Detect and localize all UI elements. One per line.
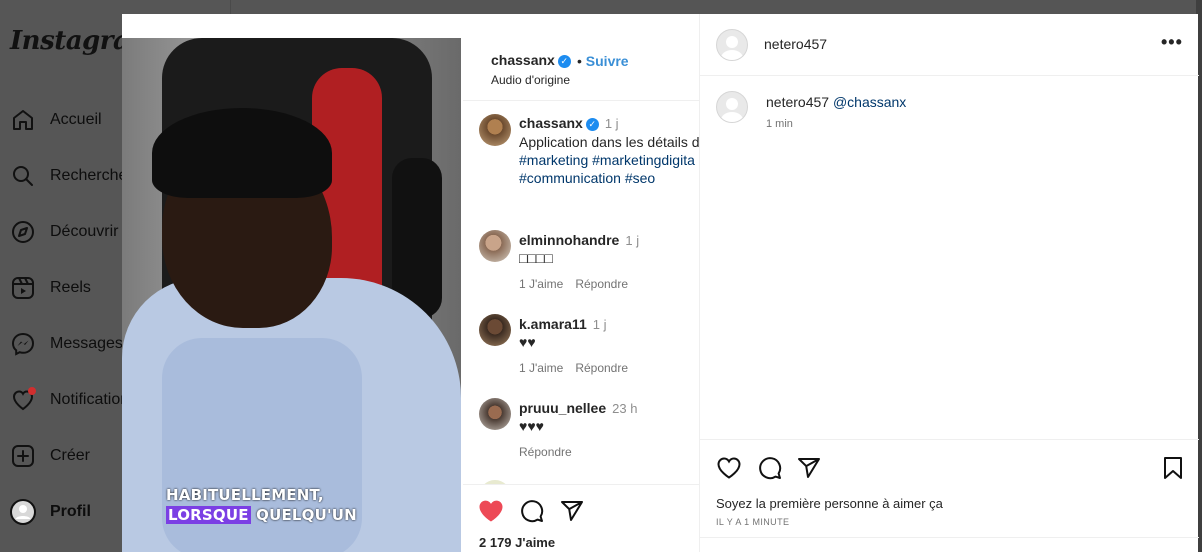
divider <box>700 537 1199 538</box>
video-person-hair <box>152 108 332 198</box>
comment-actions: 1 J'aime Répondre <box>519 361 640 375</box>
messenger-icon <box>10 331 36 357</box>
reel-details-panel: chassanx ✓ • Suivre Audio d'origine chass… <box>463 38 699 552</box>
comment-time: 1 j <box>625 233 640 248</box>
comment-header: k.amara11 1 j <box>519 316 606 332</box>
caption-text: Application dans les détails d #marketin… <box>519 133 699 187</box>
comment-time: 1 j <box>592 317 607 332</box>
caption-hashtags[interactable]: #marketing #marketingdigita <box>519 151 699 169</box>
post-modal: HABITUELLEMENT, LORSQUE QUELQU'UN chassa… <box>122 14 1199 552</box>
follow-button[interactable]: • Suivre <box>577 53 629 69</box>
home-icon <box>10 107 36 133</box>
comment-text: ♥♥♥ <box>519 418 544 434</box>
reels-icon <box>10 275 36 301</box>
avatar-icon <box>10 499 36 525</box>
sidebar-item-label: Créer <box>50 447 91 464</box>
verified-badge-icon: ✓ <box>557 55 571 68</box>
caption-author[interactable]: chassanx <box>519 115 583 131</box>
heart-icon <box>10 387 36 413</box>
comment-header: elminnohandre 1 j <box>519 232 639 248</box>
heart-icon[interactable] <box>716 455 742 481</box>
audio-link[interactable]: Audio d'origine <box>491 73 570 87</box>
caption-time: 1 j <box>604 116 619 131</box>
post-actions-bar: Soyez la première personne à aimer ça IL… <box>700 439 1199 552</box>
notification-dot <box>28 387 36 395</box>
comment-text: □□□□ <box>519 250 553 266</box>
sidebar-item-label: Messages <box>50 335 123 352</box>
sidebar-item-label: Profil <box>50 503 91 520</box>
comment-author[interactable]: pruuu_nellee <box>519 400 606 416</box>
share-icon[interactable] <box>796 455 822 481</box>
avatar[interactable] <box>716 29 748 61</box>
comment-author[interactable]: k.amara11 <box>519 316 587 332</box>
comment-author[interactable]: elminnohandre <box>519 232 619 248</box>
comment-icon[interactable] <box>519 498 545 524</box>
verified-badge-icon: ✓ <box>585 118 599 131</box>
video-caption-line-1: HABITUELLEMENT, <box>166 486 324 504</box>
comments-panel: netero457 ••• netero457 @chassanx 1 min … <box>699 14 1199 552</box>
likes-summary: Soyez la première personne à aimer ça <box>716 496 943 511</box>
reel-actions-bar: 2 179 J'aime <box>463 484 699 552</box>
comment-likes[interactable]: 1 J'aime <box>519 361 563 375</box>
caption-header: chassanx ✓ 1 j <box>519 115 619 131</box>
panel-username[interactable]: netero457 <box>764 36 827 52</box>
reply-button[interactable]: Répondre <box>519 445 572 459</box>
comment-actions: Répondre <box>519 445 584 459</box>
comment-icon[interactable] <box>757 455 783 481</box>
follow-label[interactable]: Suivre <box>586 53 629 69</box>
liked-heart-icon[interactable] <box>477 497 505 525</box>
comment-avatar[interactable] <box>716 91 748 123</box>
reply-button[interactable]: Répondre <box>575 277 628 291</box>
post-timestamp: IL Y A 1 MINUTE <box>716 517 790 527</box>
comment-avatar[interactable] <box>479 230 511 262</box>
likes-count[interactable]: 2 179 J'aime <box>479 535 555 550</box>
comment-actions: 1 J'aime Répondre <box>519 277 640 291</box>
plus-square-icon <box>10 443 36 469</box>
reel-author-name[interactable]: chassanx <box>491 52 555 68</box>
reel-video[interactable]: HABITUELLEMENT, LORSQUE QUELQU'UN <box>122 38 461 552</box>
caption-body: Application dans les détails d <box>519 134 699 150</box>
sidebar-item-label: Recherche <box>50 167 128 184</box>
sidebar-item-label: Accueil <box>50 111 102 128</box>
comment-time: 23 h <box>612 401 638 416</box>
reel-header: chassanx ✓ • Suivre Audio d'origine <box>463 38 699 101</box>
sidebar-item-label: Découvrir <box>50 223 119 240</box>
comment-header: pruuu_nellee 23 h <box>519 400 637 416</box>
comment-likes[interactable]: 1 J'aime <box>519 277 563 291</box>
reply-button[interactable]: Répondre <box>575 361 628 375</box>
compass-icon <box>10 219 36 245</box>
video-caption-line-2: LORSQUE QUELQU'UN <box>166 506 357 525</box>
caption-hashtags[interactable]: #communication #seo <box>519 169 699 187</box>
video-caption: HABITUELLEMENT, LORSQUE QUELQU'UN <box>166 486 357 525</box>
comments-panel-header: netero457 ••• <box>700 14 1199 76</box>
comment-author[interactable]: netero457 <box>766 94 829 110</box>
author-avatar[interactable] <box>479 114 511 146</box>
search-icon <box>10 163 36 189</box>
page-backdrop <box>231 0 1202 14</box>
comment-avatar[interactable] <box>479 398 511 430</box>
comment-mention[interactable]: @chassanx <box>833 94 906 110</box>
comment-time: 1 min <box>766 118 793 130</box>
reel-author[interactable]: chassanx ✓ <box>491 52 571 68</box>
comment-text: ♥♥ <box>519 334 536 350</box>
more-options-icon[interactable]: ••• <box>1161 32 1183 53</box>
separator-dot: • <box>577 53 586 69</box>
user-comment: netero457 @chassanx <box>766 94 906 110</box>
bookmark-icon[interactable] <box>1160 455 1186 481</box>
share-icon[interactable] <box>559 498 585 524</box>
comment-avatar[interactable] <box>479 314 511 346</box>
video-caption-highlight: LORSQUE <box>166 506 251 524</box>
video-caption-rest: QUELQU'UN <box>250 506 357 524</box>
sidebar-item-label: Reels <box>50 279 91 296</box>
